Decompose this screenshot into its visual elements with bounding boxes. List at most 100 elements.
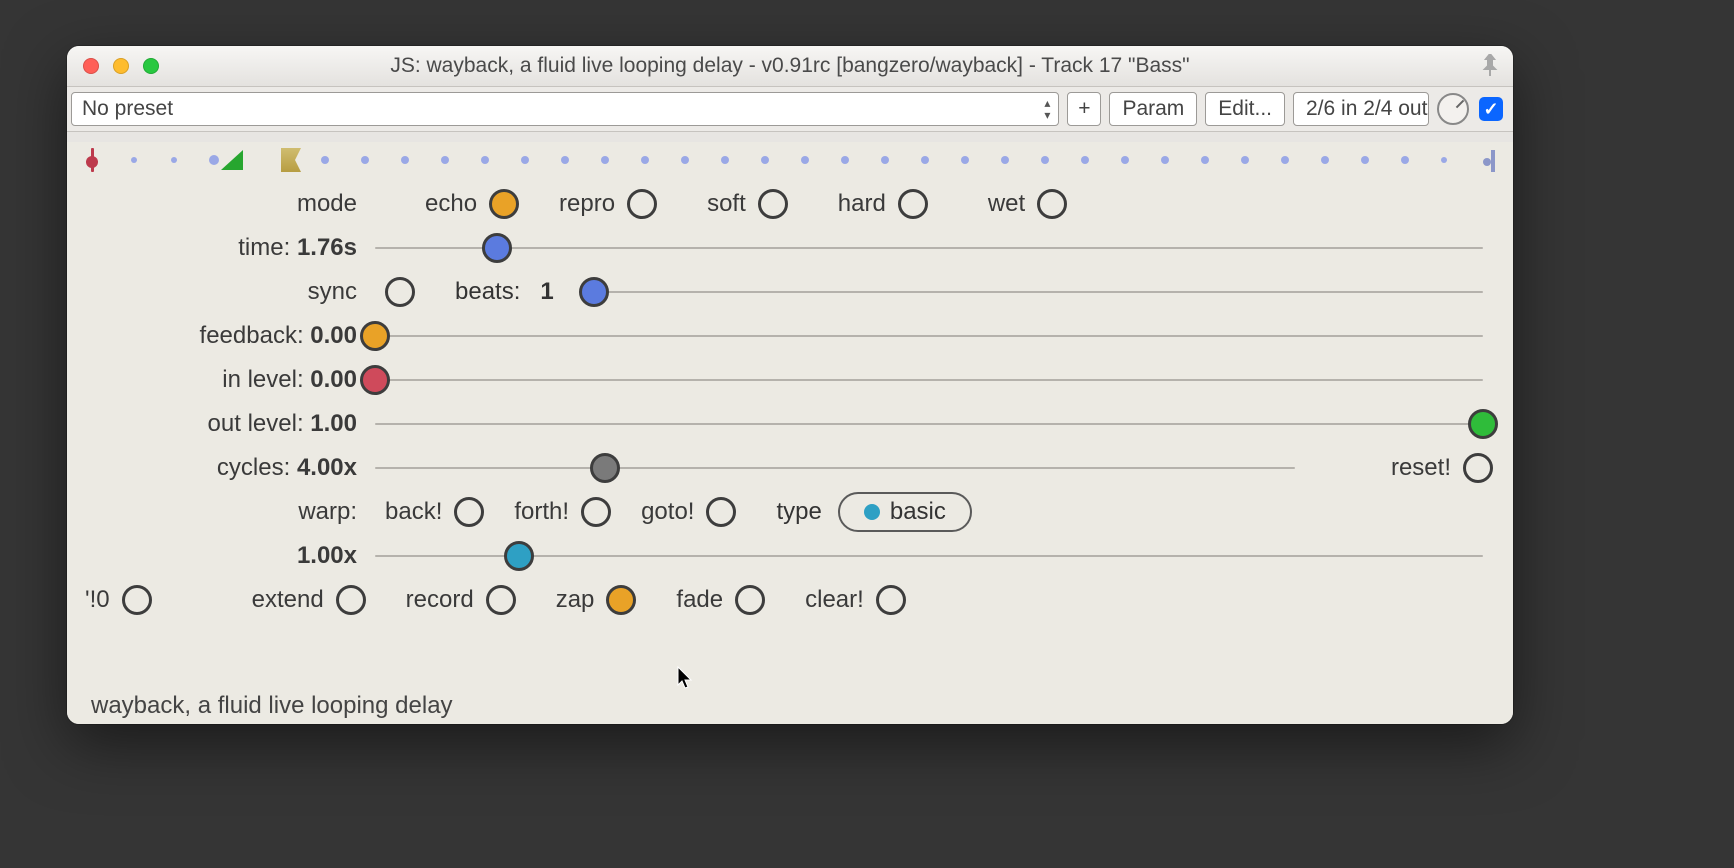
feedback-slider-knob[interactable] xyxy=(360,321,390,351)
minimize-icon[interactable] xyxy=(113,58,129,74)
mode-echo-radio[interactable] xyxy=(489,189,519,219)
record-action[interactable]: record xyxy=(406,585,516,615)
timeline-strip[interactable] xyxy=(85,142,1495,182)
beats-label: beats: xyxy=(455,278,520,306)
mode-repro-radio[interactable] xyxy=(627,189,657,219)
outlevel-slider[interactable] xyxy=(375,423,1483,425)
routing-button[interactable]: 2/6 in 2/4 out xyxy=(1293,92,1429,126)
loop-end-icon xyxy=(1491,150,1495,172)
time-label: time: 1.76s xyxy=(67,234,365,262)
warp-back[interactable]: back! xyxy=(385,497,484,527)
warp-forth[interactable]: forth! xyxy=(514,497,611,527)
clear-button[interactable] xyxy=(876,585,906,615)
strip-tick xyxy=(1401,156,1409,164)
time-row: time: 1.76s xyxy=(67,226,1513,270)
cycles-reset[interactable]: reset! xyxy=(1391,453,1493,483)
pin-icon[interactable] xyxy=(1481,54,1499,83)
plugin-body: mode echo repro soft hard xyxy=(67,142,1513,724)
strip-tick xyxy=(1041,156,1049,164)
warp-speed-row: 1.00x xyxy=(67,534,1513,578)
io-button[interactable] xyxy=(122,585,152,615)
warp-type-chip[interactable]: basic xyxy=(838,492,972,532)
strip-tick xyxy=(1201,156,1209,164)
beats-value: 1 xyxy=(540,278,553,306)
cycles-slider[interactable] xyxy=(375,467,1295,469)
mode-echo-option[interactable]: echo xyxy=(425,189,519,219)
warp-row: warp: back! forth! goto! type xyxy=(67,490,1513,534)
io-toggle[interactable]: '!0 xyxy=(85,585,152,615)
fade-button[interactable] xyxy=(735,585,765,615)
close-icon[interactable] xyxy=(83,58,99,74)
mode-hard-option[interactable]: hard xyxy=(838,189,928,219)
time-value: 1.76s xyxy=(297,234,357,261)
window-title: JS: wayback, a fluid live looping delay … xyxy=(67,54,1513,78)
outlevel-row: out level: 1.00 xyxy=(67,402,1513,446)
strip-tick xyxy=(801,156,809,164)
time-slider[interactable] xyxy=(375,247,1483,249)
strip-tick xyxy=(1321,156,1329,164)
cycles-slider-knob[interactable] xyxy=(590,453,620,483)
edit-button[interactable]: Edit... xyxy=(1205,92,1285,126)
cycles-label: cycles: 4.00x xyxy=(67,454,365,482)
mode-hard-radio[interactable] xyxy=(898,189,928,219)
mode-soft-label: soft xyxy=(707,190,746,218)
zoom-icon[interactable] xyxy=(143,58,159,74)
traffic-lights xyxy=(67,58,159,74)
mode-wet-option[interactable]: wet xyxy=(988,189,1067,219)
mode-echo-label: echo xyxy=(425,190,477,218)
add-preset-button[interactable]: + xyxy=(1067,92,1101,126)
reset-button[interactable] xyxy=(1463,453,1493,483)
wet-dry-knob[interactable] xyxy=(1437,93,1469,125)
strip-tick xyxy=(721,156,729,164)
outlevel-value: 1.00 xyxy=(310,410,357,437)
mode-wet-radio[interactable] xyxy=(1037,189,1067,219)
warp-speed-value: 1.00x xyxy=(297,542,357,569)
warp-goto[interactable]: goto! xyxy=(641,497,736,527)
bypass-checkbox[interactable]: ✓ xyxy=(1479,97,1503,121)
io-label: '!0 xyxy=(85,586,110,614)
strip-tick xyxy=(481,156,489,164)
strip-tick xyxy=(1001,156,1009,164)
strip-tick xyxy=(961,156,969,164)
record-button[interactable] xyxy=(486,585,516,615)
zap-button[interactable] xyxy=(606,585,636,615)
inlevel-row: in level: 0.00 xyxy=(67,358,1513,402)
warp-speed-slider-knob[interactable] xyxy=(504,541,534,571)
preset-dropdown[interactable]: No preset ▴▾ xyxy=(71,92,1059,126)
warp-type-dot-icon xyxy=(864,504,880,520)
extend-button[interactable] xyxy=(336,585,366,615)
toolbar: No preset ▴▾ + Param Edit... 2/6 in 2/4 … xyxy=(67,87,1513,132)
sync-toggle[interactable] xyxy=(385,277,415,307)
extend-action[interactable]: extend xyxy=(252,585,366,615)
cycles-value: 4.00x xyxy=(297,454,357,481)
warp-forth-label: forth! xyxy=(514,498,569,526)
feedback-label: feedback: 0.00 xyxy=(67,322,365,350)
mode-repro-option[interactable]: repro xyxy=(559,189,657,219)
clear-label: clear! xyxy=(805,586,864,614)
beats-slider[interactable] xyxy=(594,291,1483,293)
param-button[interactable]: Param xyxy=(1109,92,1197,126)
warp-goto-button[interactable] xyxy=(706,497,736,527)
inlevel-slider-knob[interactable] xyxy=(360,365,390,395)
mode-soft-radio[interactable] xyxy=(758,189,788,219)
fade-action[interactable]: fade xyxy=(676,585,765,615)
inlevel-label: in level: 0.00 xyxy=(67,366,365,394)
mode-label: mode xyxy=(67,190,365,218)
time-slider-knob[interactable] xyxy=(482,233,512,263)
warp-back-button[interactable] xyxy=(454,497,484,527)
zap-action[interactable]: zap xyxy=(556,585,637,615)
outlevel-slider-knob[interactable] xyxy=(1468,409,1498,439)
strip-tick xyxy=(441,156,449,164)
strip-tick xyxy=(1361,156,1369,164)
inlevel-slider[interactable] xyxy=(375,379,1483,381)
warp-forth-button[interactable] xyxy=(581,497,611,527)
mode-soft-option[interactable]: soft xyxy=(707,189,788,219)
feedback-slider[interactable] xyxy=(375,335,1483,337)
warp-speed-slider[interactable] xyxy=(375,555,1483,557)
clear-action[interactable]: clear! xyxy=(805,585,906,615)
warp-type-label: type xyxy=(776,498,821,526)
beats-slider-knob[interactable] xyxy=(579,277,609,307)
strip-tick xyxy=(1121,156,1129,164)
warp-goto-label: goto! xyxy=(641,498,694,526)
strip-tick xyxy=(921,156,929,164)
